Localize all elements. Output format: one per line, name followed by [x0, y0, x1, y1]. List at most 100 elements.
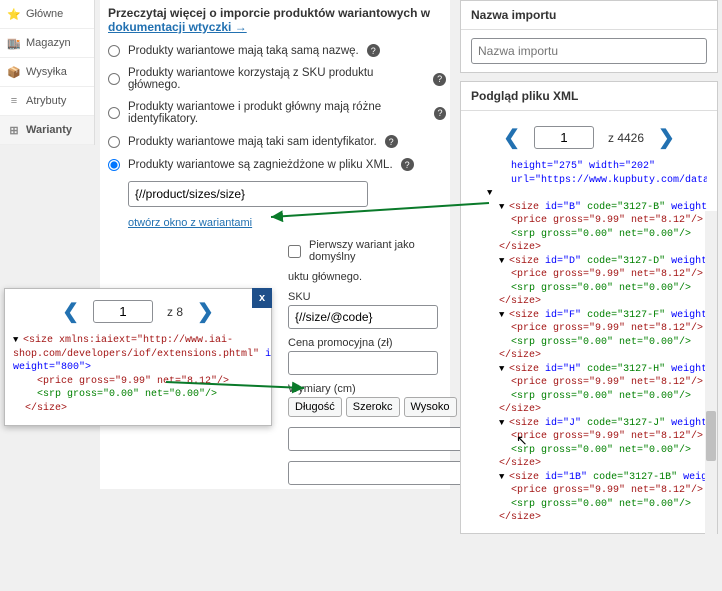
xml-line[interactable]: <srp gross="0.00" net="0.00"/> — [475, 336, 707, 350]
dim-height-button[interactable]: Wysoko — [404, 397, 457, 417]
xml-line[interactable]: <price gross="9.99" net="8.12"/> — [475, 376, 707, 390]
heading: Przeczytaj więcej o imporcie produktów w… — [108, 6, 446, 34]
xml-line[interactable]: <srp gross="0.00" net="0.00"/> — [475, 444, 707, 458]
xml-line[interactable]: url="https://www.kupbuty.com/data/gfx/ic… — [475, 174, 707, 188]
dims-label: Wymiary (cm) — [288, 383, 446, 395]
radio-sku-main[interactable]: Produkty wariantowe korzystają z SKU pro… — [108, 67, 446, 91]
xml-line[interactable]: ▼<size id="J" code="3127-J" weight="800"… — [475, 417, 707, 431]
doc-link[interactable]: dokumentacji wtyczki → — [108, 20, 247, 34]
import-name-title: Nazwa importu — [461, 1, 717, 30]
xml-line[interactable]: ▼ — [475, 187, 707, 201]
xml-line[interactable]: </size> — [475, 403, 707, 417]
radio-input[interactable] — [108, 73, 120, 85]
xml-text: <size xmlns:iaiext="http://www.iai- — [23, 335, 233, 346]
promo-input[interactable] — [288, 351, 438, 375]
scrollbar-thumb[interactable] — [706, 411, 716, 461]
pager-current-input[interactable] — [534, 126, 594, 149]
checkbox-label: Pierwszy wariant jako domyślny — [309, 239, 446, 263]
heading-text: Przeczytaj więcej o imporcie produktów w… — [108, 6, 430, 20]
cursor-icon: ↖ — [516, 432, 528, 449]
radio-diff-id[interactable]: Produkty wariantowe i produkt główny maj… — [108, 101, 446, 125]
dim-width-button[interactable]: Szerokc — [346, 397, 400, 417]
first-variant-checkbox-row: Pierwszy wariant jako domyślny — [288, 239, 446, 263]
import-name-panel: Nazwa importu — [460, 0, 718, 73]
xml-line[interactable]: <srp gross="0.00" net="0.00"/> — [475, 498, 707, 512]
sidebar-item-warianty[interactable]: ⊞Warianty — [0, 116, 94, 145]
xml-line[interactable]: <price gross="9.99" net="8.12"/> — [475, 322, 707, 336]
star-icon: ⭐ — [8, 8, 20, 20]
xml-line[interactable]: ▼<size id="H" code="3127-H" weight="800"… — [475, 363, 707, 377]
pager-prev-icon[interactable]: ❮ — [62, 299, 79, 324]
sidebar-item-label: Wysyłka — [26, 66, 67, 78]
pager-current-input[interactable] — [93, 300, 153, 323]
radio-same-id[interactable]: Produkty wariantowe mają taki sam identy… — [108, 135, 446, 148]
popup-pager: ❮ z 8 ❯ — [5, 299, 271, 324]
xml-line[interactable]: <price gross="9.99" net="8.12"/> — [475, 430, 707, 444]
xml-line[interactable]: <price gross="9.99" net="8.12"/> — [475, 268, 707, 282]
sidebar-item-label: Atrybuty — [26, 95, 66, 107]
xml-text: <price gross="9.99" net="8.12"/> — [37, 376, 229, 387]
xml-line[interactable]: <srp gross="0.00" net="0.00"/> — [475, 228, 707, 242]
xml-attr: id="B" — [265, 349, 271, 360]
xml-line[interactable]: ▼<size id="B" code="3127-B" weight="800"… — [475, 201, 707, 215]
xml-preview-panel: Podgląd pliku XML ❮ z 4426 ❯ height="275… — [460, 81, 718, 534]
help-icon[interactable]: ? — [401, 158, 414, 171]
xml-line[interactable]: height="275" width="202" — [475, 160, 707, 174]
sidebar-item-glowne[interactable]: ⭐Główne — [0, 0, 94, 29]
xpath-input[interactable] — [128, 181, 368, 207]
help-icon[interactable]: ? — [434, 107, 446, 120]
right-column: Nazwa importu Podgląd pliku XML ❮ z 4426… — [460, 0, 718, 542]
popup-xml-tree[interactable]: ▼<size xmlns:iaiext="http://www.iai- sho… — [5, 330, 271, 425]
warehouse-icon: 🏬 — [8, 37, 20, 49]
close-button[interactable]: x — [252, 288, 272, 308]
sidebar-item-magazyn[interactable]: 🏬 Magazyn — [0, 29, 94, 58]
open-variants-link[interactable]: otwórz okno z wariantami — [128, 217, 252, 229]
xml-line[interactable]: ▼<size id="1B" code="3127-1B" weight="80… — [475, 471, 707, 485]
help-icon[interactable]: ? — [433, 73, 446, 86]
xml-preview-title: Podgląd pliku XML — [461, 82, 717, 111]
help-icon[interactable]: ? — [367, 44, 380, 57]
pager-total: z 4426 — [608, 131, 644, 145]
radio-input[interactable] — [108, 45, 120, 57]
sidebar-item-label: Warianty — [26, 124, 72, 136]
sidebar-item-label: Magazyn — [26, 37, 71, 49]
xml-line[interactable]: </size> — [475, 241, 707, 255]
help-icon[interactable]: ? — [385, 135, 398, 148]
pager-next-icon[interactable]: ❯ — [197, 299, 214, 324]
radio-input[interactable] — [108, 159, 120, 171]
promo-price-label: Cena promocyjna (zł) — [288, 337, 446, 349]
sku-field-wrap — [288, 305, 446, 329]
xml-line[interactable]: </size> — [475, 349, 707, 363]
sku-input[interactable] — [288, 305, 438, 329]
xml-line[interactable]: ▼<size id="D" code="3127-D" weight="800"… — [475, 255, 707, 269]
radio-nested-xml[interactable]: Produkty wariantowe są zagnieżdżone w pl… — [108, 158, 446, 171]
radio-label: Produkty wariantowe mają taką samą nazwę… — [128, 45, 359, 57]
xml-tree[interactable]: height="275" width="202"url="https://www… — [471, 160, 707, 525]
sidebar-item-atrybuty[interactable]: ≡Atrybuty — [0, 87, 94, 116]
radio-label: Produkty wariantowe mają taki sam identy… — [128, 136, 377, 148]
sidebar-item-wysylka[interactable]: 📦 Wysyłka — [0, 58, 94, 87]
shipping-icon: 📦 — [8, 66, 20, 78]
pager-prev-icon[interactable]: ❮ — [503, 125, 520, 150]
xml-line[interactable]: </size> — [475, 295, 707, 309]
radio-same-name[interactable]: Produkty wariantowe mają taką samą nazwę… — [108, 44, 446, 57]
xml-line[interactable]: </size> — [475, 511, 707, 525]
radio-label: Produkty wariantowe i produkt główny maj… — [128, 101, 426, 125]
xml-line[interactable]: <srp gross="0.00" net="0.00"/> — [475, 390, 707, 404]
xml-line[interactable]: <srp gross="0.00" net="0.00"/> — [475, 282, 707, 296]
pager-next-icon[interactable]: ❯ — [658, 125, 675, 150]
radio-input[interactable] — [108, 107, 120, 119]
dims-buttons: Długość Szerokc Wysoko — [288, 397, 446, 417]
radio-input[interactable] — [108, 136, 120, 148]
xml-line[interactable]: </size> — [475, 457, 707, 471]
import-name-input[interactable] — [471, 38, 707, 64]
scrollbar[interactable] — [705, 211, 717, 591]
select1-wrap — [288, 427, 446, 451]
first-variant-checkbox[interactable] — [288, 245, 301, 258]
xml-attr: weight="800"> — [13, 362, 91, 373]
radio-label: Produkty wariantowe są zagnieżdżone w pl… — [128, 159, 393, 171]
xml-line[interactable]: <price gross="9.99" net="8.12"/> — [475, 214, 707, 228]
dim-length-button[interactable]: Długość — [288, 397, 342, 417]
xml-line[interactable]: ▼<size id="F" code="3127-F" weight="800"… — [475, 309, 707, 323]
xml-line[interactable]: <price gross="9.99" net="8.12"/> — [475, 484, 707, 498]
